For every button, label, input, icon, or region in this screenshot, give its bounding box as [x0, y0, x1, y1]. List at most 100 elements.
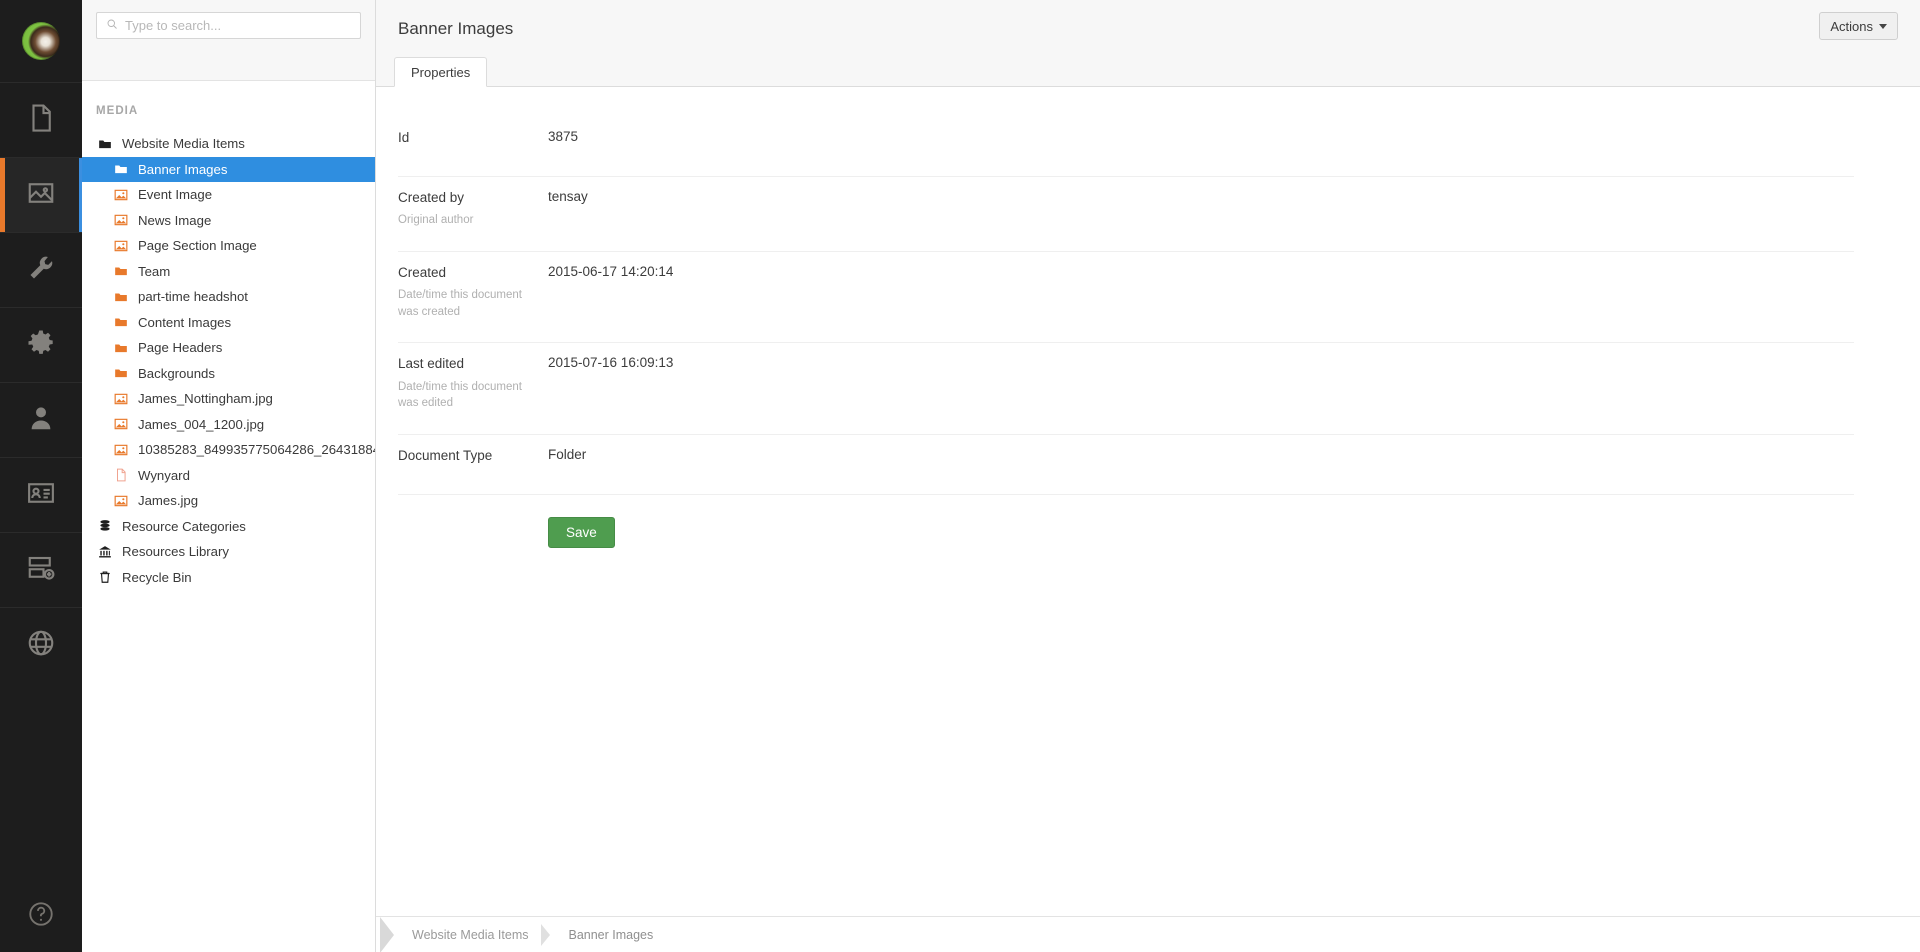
tree-node[interactable]: News Image	[82, 208, 375, 234]
tree-scroll-area[interactable]: MEDIA Website Media Items Banner Images Ev…	[82, 81, 375, 952]
property-row: Document Type Folder	[398, 435, 1854, 496]
tree-node[interactable]: Banner Images	[82, 156, 375, 182]
tree-node[interactable]: Event Image	[82, 182, 375, 208]
user-avatar[interactable]	[22, 22, 60, 60]
property-label-col: Created by Original author	[398, 189, 548, 229]
folder-orange-icon	[112, 262, 130, 280]
tree-node[interactable]: Team	[82, 259, 375, 285]
property-description: Date/time this document was edited	[398, 380, 523, 410]
property-row: Created by Original author tensay	[398, 177, 1854, 252]
section-settings[interactable]	[0, 232, 82, 307]
logo-area	[0, 0, 82, 82]
section-members[interactable]	[0, 457, 82, 532]
property-value: 2015-06-17 14:20:14	[548, 263, 674, 279]
tree-node[interactable]: part-time headshot	[82, 284, 375, 310]
tree-panel: MEDIA Website Media Items Banner Images Ev…	[82, 0, 376, 952]
property-label-col: Created Date/time this document was creat…	[398, 264, 548, 321]
section-content[interactable]	[0, 82, 82, 157]
page-title: Banner Images	[398, 18, 514, 38]
members-card-icon	[26, 478, 56, 513]
tree-node[interactable]: James.jpg	[82, 488, 375, 514]
tree-node-label: 10385283_849935775064286_264318846475	[138, 442, 375, 458]
tree-node[interactable]: Page Section Image	[82, 233, 375, 259]
image-icon	[112, 415, 130, 433]
forms-server-add-icon	[26, 553, 56, 588]
tree-node-label: Page Headers	[138, 340, 223, 356]
property-label-col: Id	[398, 129, 548, 154]
tabs-bar: Properties	[376, 57, 1920, 87]
tree-node[interactable]: Wynyard	[82, 463, 375, 489]
content-header: Banner Images Actions	[376, 0, 1920, 57]
image-icon	[112, 390, 130, 408]
database-stack-icon	[96, 517, 114, 535]
actions-button-label: Actions	[1830, 18, 1873, 34]
tree-node[interactable]: 10385283_849935775064286_264318846475	[82, 437, 375, 463]
property-value: Folder	[548, 447, 587, 463]
save-row: Save	[398, 495, 1854, 549]
main-content: Banner Images Actions Properties Id 3875 C…	[376, 0, 1920, 952]
help-button[interactable]	[0, 880, 82, 952]
property-row: Last edited Date/time this document was e…	[398, 343, 1854, 436]
search-input[interactable]	[125, 13, 360, 38]
media-image-icon	[26, 178, 56, 213]
tree-node[interactable]: Content Images	[82, 310, 375, 336]
image-icon	[112, 237, 130, 255]
property-label-col: Document Type	[398, 447, 548, 472]
tree-list: Website Media Items Banner Images Event Im…	[82, 131, 375, 590]
search-box[interactable]	[96, 12, 361, 39]
actions-button[interactable]: Actions	[1819, 12, 1898, 40]
tree-heading: MEDIA	[96, 105, 139, 117]
image-icon	[112, 492, 130, 510]
property-description: Original author	[398, 214, 474, 227]
rail-items	[0, 82, 82, 682]
section-developer[interactable]	[0, 307, 82, 382]
tree-node[interactable]: James_Nottingham.jpg	[82, 386, 375, 412]
translation-globe-icon	[26, 628, 56, 663]
tree-node[interactable]: Website Media Items	[82, 131, 375, 157]
rail-spacer	[0, 682, 82, 880]
tree-node-label: Team	[138, 263, 171, 279]
image-icon	[112, 211, 130, 229]
tree-node-label: Resource Categories	[122, 518, 246, 534]
tree-node[interactable]: Resource Categories	[82, 514, 375, 540]
tree-node[interactable]: Page Headers	[82, 335, 375, 361]
tree-node-label: James_004_1200.jpg	[138, 416, 265, 432]
tree-node-label: Page Section Image	[138, 238, 257, 254]
property-label: Created by	[398, 190, 465, 205]
tree-node-label: News Image	[138, 212, 212, 228]
breadcrumb-item[interactable]: Website Media Items	[394, 928, 550, 942]
tab-properties-label: Properties	[411, 64, 471, 80]
section-translation[interactable]	[0, 607, 82, 682]
tree-node-label: Backgrounds	[138, 365, 215, 381]
tree-node[interactable]: Recycle Bin	[82, 565, 375, 591]
folder-orange-icon	[112, 339, 130, 357]
folder-black-icon	[96, 135, 114, 153]
section-media[interactable]	[0, 157, 82, 232]
section-forms[interactable]	[0, 532, 82, 607]
help-question-icon	[27, 900, 55, 933]
property-value: 3875	[548, 129, 579, 144]
section-rail	[0, 0, 82, 952]
tree-node-label: Content Images	[138, 314, 232, 330]
breadcrumb-list: Website Media Items Banner Images	[394, 928, 675, 942]
breadcrumb-item[interactable]: Banner Images	[550, 928, 675, 942]
file-icon	[112, 466, 130, 484]
settings-wrench-icon	[26, 253, 56, 288]
folder-orange-icon	[112, 288, 130, 306]
tree-node[interactable]: James_004_1200.jpg	[82, 412, 375, 438]
tree-node-label: James_Nottingham.jpg	[138, 391, 273, 407]
tree-node-label: Resources Library	[122, 544, 230, 560]
image-icon	[112, 441, 130, 459]
users-person-icon	[26, 403, 56, 438]
property-label: Id	[398, 130, 410, 145]
tree-node-label: Recycle Bin	[122, 569, 192, 585]
tree-node[interactable]: Backgrounds	[82, 361, 375, 387]
section-users[interactable]	[0, 382, 82, 457]
chevron-down-icon	[1879, 23, 1887, 29]
tab-properties[interactable]: Properties	[394, 57, 488, 87]
image-icon	[112, 186, 130, 204]
save-button[interactable]: Save	[548, 517, 615, 549]
tree-node-label: Website Media Items	[122, 136, 245, 152]
property-row: Id 3875	[398, 117, 1854, 177]
tree-node[interactable]: Resources Library	[82, 539, 375, 565]
